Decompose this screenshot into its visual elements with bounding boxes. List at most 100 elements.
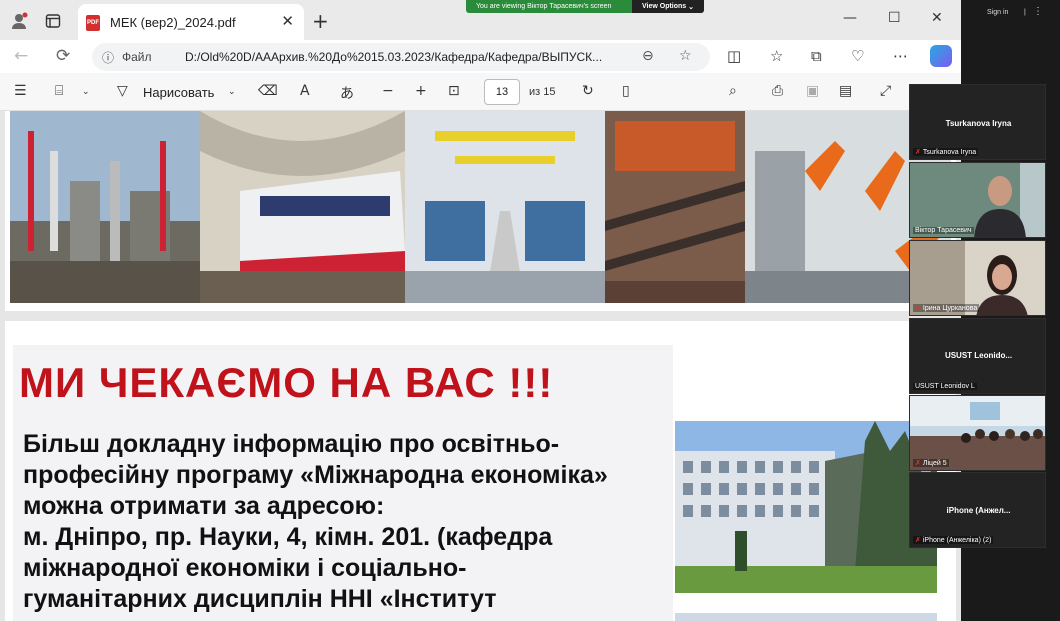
- participant-label-text: Tsurkanova Iryna: [922, 149, 977, 156]
- draw-icon[interactable]: ▽: [117, 83, 128, 99]
- fit-page-icon[interactable]: ⊡: [448, 83, 460, 99]
- minimize-icon[interactable]: —: [843, 10, 857, 26]
- address-bar: ← ⟳ ⓘ Файл D:/Old%20D/AAАрхив.%20До%2015…: [0, 40, 961, 73]
- draw-dropdown-icon[interactable]: ⌄: [228, 87, 236, 97]
- body-line: Більш докладну інформацію про освітньо-: [23, 430, 560, 458]
- read-aloud-icon[interactable]: A: [300, 83, 310, 99]
- participant-name-label: ✗ Ірина Цурканова: [913, 304, 980, 312]
- participant-label-text: iPhone (Анжеліка) (2): [922, 537, 992, 544]
- body-line: гуманітарних дисциплін ННІ «Інститут: [23, 585, 497, 613]
- participant-name-label: Віктор Тарасевич: [913, 227, 974, 234]
- close-window-icon[interactable]: ✕: [931, 10, 943, 26]
- train-station-photo: [200, 111, 405, 303]
- translate-icon[interactable]: あ: [340, 83, 354, 103]
- pdf-page-top: [5, 111, 956, 311]
- banner-message: You are viewing Віктор Тарасевич's scree…: [476, 3, 612, 10]
- participant-tile[interactable]: Віктор Тарасевич: [909, 162, 1046, 238]
- save-icon[interactable]: ▣: [806, 83, 819, 99]
- railway-photo: [605, 111, 745, 303]
- new-tab-icon[interactable]: +: [312, 9, 329, 33]
- close-tab-icon[interactable]: ✕: [281, 12, 294, 30]
- pdf-page-current: МИ ЧЕКАЄМО НА ВАС !!! Більш докладну інф…: [5, 321, 956, 621]
- tab-bar: PDF МЕК (вер2)_2024.pdf ✕ + You are view…: [0, 0, 961, 40]
- body-line: можна отримати за адресою:: [23, 492, 385, 520]
- page-view-icon[interactable]: ▯: [622, 83, 630, 99]
- page-total: из 15: [529, 86, 556, 98]
- zoom-participants-panel: Sign in | ⋮ Tsurkanova Iryna ✗ Tsurkanova…: [909, 0, 1060, 621]
- browser-window: PDF МЕК (вер2)_2024.pdf ✕ + You are view…: [0, 0, 961, 621]
- eraser-icon[interactable]: ⌫: [258, 83, 278, 99]
- collections-icon[interactable]: ⧉: [811, 47, 822, 65]
- pdf-file-icon: PDF: [86, 15, 100, 31]
- browser-essentials-icon[interactable]: ♡: [851, 47, 864, 65]
- copilot-icon[interactable]: [930, 45, 952, 67]
- participant-tile[interactable]: USUST Leonido... USUST Leonidov L: [909, 318, 1046, 394]
- participant-name-label: ✗ iPhone (Анжеліка) (2): [913, 536, 994, 544]
- zoom-in-pdf-icon[interactable]: +: [415, 83, 427, 99]
- screen-share-banner: You are viewing Віктор Тарасевич's scree…: [466, 0, 704, 13]
- page-headline: МИ ЧЕКАЄМО НА ВАС !!!: [19, 359, 554, 406]
- participant-label-text: USUST Leonidov L: [915, 383, 975, 390]
- tab-actions-icon[interactable]: [42, 10, 64, 32]
- omnibox[interactable]: ⓘ Файл D:/Old%20D/AAАрхив.%20До%2015.03.…: [92, 43, 710, 71]
- participant-label-text: Віктор Тарасевич: [915, 227, 972, 234]
- sign-in-link[interactable]: Sign in: [987, 9, 1008, 16]
- participant-tile[interactable]: Tsurkanova Iryna ✗ Tsurkanova Iryna: [909, 84, 1046, 160]
- pdf-toolbar: ☰ ⌸ ⌄ ▽ Нарисовать ⌄ ⌫ A あ − + ⊡ 13 из 1…: [0, 73, 961, 111]
- participant-display-name: Tsurkanova Iryna: [945, 119, 1012, 128]
- participant-tile[interactable]: iPhone (Анжел... ✗ iPhone (Анжеліка) (2): [909, 472, 1046, 548]
- address-scheme-label: Файл: [122, 50, 152, 64]
- page-number-input[interactable]: 13: [484, 79, 520, 105]
- view-options-label: View Options: [641, 3, 687, 10]
- print-icon[interactable]: ⎙: [772, 83, 783, 99]
- pdf-viewer[interactable]: МИ ЧЕКАЄМО НА ВАС !!! Більш докладну інф…: [0, 111, 961, 621]
- favorite-star-icon[interactable]: ☆: [679, 48, 692, 64]
- highlight-icon[interactable]: ⌸: [55, 83, 63, 99]
- screen: PDF МЕК (вер2)_2024.pdf ✕ + You are view…: [0, 0, 1060, 621]
- participant-label-text: Ліцей 5: [922, 460, 947, 467]
- university-building-photo: [675, 421, 937, 593]
- page-body-text: Більш докладну інформацію про освітньо- …: [23, 429, 683, 615]
- muted-mic-icon: ✗: [915, 536, 921, 544]
- panel-menu-icon[interactable]: ⋮: [1033, 6, 1043, 17]
- body-line: міжнародної економіки і соціально-: [23, 554, 467, 582]
- factory-hall-photo: [405, 111, 605, 303]
- muted-mic-icon: ✗: [915, 304, 921, 312]
- refresh-icon[interactable]: ⟳: [56, 46, 70, 66]
- participant-name-label: ✗ Tsurkanova Iryna: [913, 148, 979, 156]
- industry-photo-strip: [10, 111, 951, 303]
- participant-name-label: USUST Leonidov L: [913, 383, 977, 390]
- muted-mic-icon: ✗: [915, 459, 921, 467]
- refinery-photo: [10, 111, 200, 303]
- zoom-header: Sign in | ⋮: [961, 0, 1060, 82]
- participant-name-label: ✗ Ліцей 5: [913, 459, 949, 467]
- more-menu-icon[interactable]: ⋯: [893, 47, 908, 65]
- participant-tile[interactable]: ✗ Ірина Цурканова: [909, 240, 1046, 316]
- maximize-icon[interactable]: ☐: [888, 10, 901, 26]
- tab-pdf[interactable]: PDF МЕК (вер2)_2024.pdf ✕: [78, 4, 304, 40]
- muted-mic-icon: ✗: [915, 148, 921, 156]
- save-as-icon[interactable]: ▤: [839, 83, 852, 99]
- draw-label[interactable]: Нарисовать: [143, 85, 214, 100]
- contents-icon[interactable]: ☰: [14, 83, 27, 99]
- zoom-out-icon[interactable]: ⊖: [642, 48, 654, 64]
- separator: |: [1024, 9, 1026, 16]
- fullscreen-icon[interactable]: ⤢: [880, 83, 891, 99]
- back-icon[interactable]: ←: [14, 46, 28, 66]
- participant-tile[interactable]: ✗ Ліцей 5: [909, 395, 1046, 471]
- favorites-icon[interactable]: ☆: [770, 47, 783, 65]
- photo-bottom-edge: [675, 613, 937, 621]
- split-screen-icon[interactable]: ◫: [727, 47, 741, 65]
- body-line: м. Дніпро, пр. Науки, 4, кімн. 201. (каф…: [23, 523, 553, 551]
- tab-title: МЕК (вер2)_2024.pdf: [110, 15, 236, 30]
- participant-display-name: iPhone (Анжел...: [946, 506, 1011, 515]
- rotate-icon[interactable]: ↻: [582, 83, 594, 99]
- participant-display-name: USUST Leonido...: [944, 351, 1013, 360]
- view-options-button[interactable]: View Options ⌄: [632, 0, 704, 13]
- profile-icon[interactable]: [8, 10, 30, 32]
- file-info-icon: ⓘ: [102, 51, 115, 65]
- highlight-dropdown-icon[interactable]: ⌄: [82, 87, 90, 97]
- search-icon[interactable]: ⌕: [729, 83, 737, 99]
- url-text[interactable]: D:/Old%20D/AAАрхив.%20До%2015.03.2023/Ка…: [185, 50, 715, 64]
- zoom-out-pdf-icon[interactable]: −: [382, 83, 394, 99]
